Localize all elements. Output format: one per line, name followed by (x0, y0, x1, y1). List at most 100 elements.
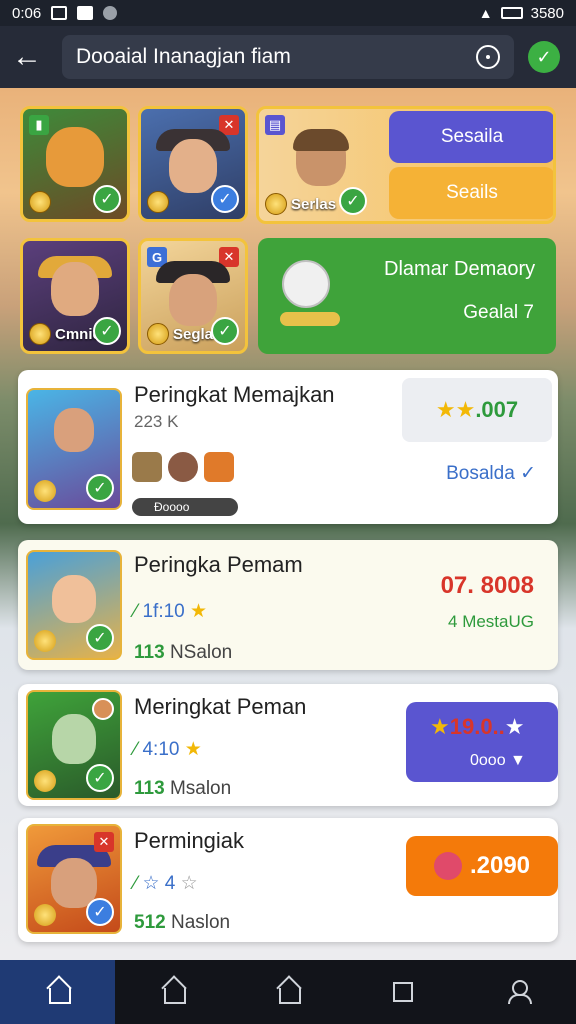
bookmark-icon: ▮ (29, 115, 49, 135)
action-label: Bosalda (446, 463, 515, 484)
dropdown-icon: ▼ (510, 752, 526, 769)
list-item[interactable]: ✓ Peringkat Memajkan 223 K Ðoooo ★ ★ .007… (18, 370, 558, 524)
list-item[interactable]: ✓ Meringkat Peman ⁄ 4:10 ★ 113 Msalon ★1… (18, 684, 558, 806)
score-box: ★ ★ .007 (402, 378, 552, 442)
house-icon (161, 982, 186, 1004)
star-icon: ★ (430, 714, 450, 739)
status-bar: 0:06 ▲ 3580 (0, 0, 576, 26)
check-icon: ✓ (211, 317, 239, 345)
star-icon: ☆ (142, 873, 160, 894)
key-icon (280, 312, 340, 326)
refresh-icon[interactable]: ✓ (528, 41, 560, 73)
sesaila-button[interactable]: Sesaila (389, 111, 553, 163)
rating-value: 4 (164, 873, 176, 894)
flag-icon: ▤ (265, 115, 285, 135)
avatar (204, 452, 234, 482)
rating-row: ⁄ 4:10 ★ (134, 738, 202, 761)
check-icon: ✓ (86, 624, 114, 652)
featured-tile-warrior[interactable]: Cmnie ✓ (20, 238, 130, 354)
seails-button[interactable]: Seails (389, 167, 553, 219)
rating-row: ⁄ 1f:10 ★ (134, 600, 207, 623)
card-title: Peringka Pemam (134, 552, 303, 577)
check-icon: ✓ (86, 764, 114, 792)
message-icon (77, 6, 94, 20)
close-icon: ✕ (94, 832, 114, 852)
featured-panel-sesaila[interactable]: ▤ Serlas ✓ Sesaila Seails (256, 106, 556, 224)
status-right-text: 3580 (530, 4, 564, 22)
rating-row: ⁄ ☆ 4 ☆ (134, 872, 198, 895)
check-icon: ✓ (520, 463, 536, 484)
avatar (168, 452, 198, 482)
house-icon (276, 982, 301, 1004)
hero-character-art (52, 574, 96, 623)
score-row: ★19.0..★ (430, 714, 525, 740)
nav-games[interactable] (115, 960, 230, 1024)
coin-icon (147, 191, 169, 213)
featured-tile-hunter[interactable]: ✕ ✓ (138, 106, 248, 222)
hat-art (293, 129, 349, 152)
user-icon (506, 980, 533, 1004)
count-value: 113 (134, 642, 165, 663)
card-thumbnail: ✕ ✓ (26, 824, 122, 934)
fox-character-art (46, 127, 104, 188)
avatar (132, 452, 162, 482)
count-label: Naslon (170, 912, 231, 933)
nav-profile[interactable] (461, 960, 576, 1024)
compass-icon[interactable] (476, 45, 500, 69)
card-title: Permingiak (134, 828, 245, 853)
score-value: 07. 8008 (440, 572, 534, 599)
coin-icon (34, 904, 56, 926)
check-icon: ✓ (93, 185, 121, 213)
warrior-character-art (51, 262, 99, 317)
featured-tile-fox[interactable]: ▮ ✓ (20, 106, 130, 222)
notification-icon (51, 6, 68, 20)
star-icon: ★ (184, 739, 202, 760)
coin-icon (29, 323, 51, 345)
card-thumbnail: ✓ (26, 388, 122, 510)
list-item[interactable]: ✕ ✓ Permingiak ⁄ ☆ 4 ☆ 512 Naslon .2090 (18, 818, 558, 942)
nav-explore[interactable] (230, 960, 345, 1024)
score-value: 19.0.. (449, 714, 505, 739)
check-icon: ✓ (86, 474, 114, 502)
list-item[interactable]: ✓ Peringka Pemam ⁄ 1f:10 ★ 113 NSalon 07… (18, 540, 558, 670)
score-button[interactable]: ★19.0..★ 0ooo ▼ (406, 702, 558, 782)
avatar-group (132, 452, 234, 482)
star-icon: ★ (190, 601, 208, 622)
card-subtitle: 223 K (134, 412, 179, 431)
count-row: 113 Msalon (134, 778, 231, 800)
featured-tile-agent[interactable]: G ✕ Seglae ✓ (138, 238, 248, 354)
agent-character-art (169, 274, 217, 327)
count-label: NSalon (169, 642, 233, 663)
star-icon: ☆ (180, 873, 198, 894)
score-button[interactable]: .2090 (406, 836, 558, 896)
bottom-navigation (0, 960, 576, 1024)
search-field[interactable]: Dooaial Inanagjan fiam (62, 35, 514, 79)
rating-value: 1f:10 (142, 601, 185, 622)
action-link[interactable]: Bosalda ✓ (446, 462, 536, 485)
check-icon: ✓ (93, 317, 121, 345)
count-row: 113 NSalon (134, 642, 232, 664)
rogue-character-art (52, 713, 96, 764)
sub-action-link[interactable]: 4 MestaUG (448, 612, 534, 632)
coin-icon (265, 193, 287, 215)
sub-action-label: 0ooo (470, 752, 506, 769)
battery-icon (500, 7, 523, 19)
skull-icon (282, 260, 330, 308)
featured-panel-memory[interactable]: Dlamar Demaory Gealal 7 (258, 238, 556, 354)
score-value: .007 (475, 397, 519, 422)
badge-icon (92, 698, 114, 720)
tag-pill: Ðoooo (132, 498, 238, 516)
trend-icon: ⁄ (134, 739, 138, 760)
nav-home[interactable] (0, 960, 116, 1024)
check-icon: ✓ (86, 898, 114, 926)
nav-library[interactable] (346, 960, 461, 1024)
wifi-icon: ▲ (478, 5, 493, 21)
coin-icon (34, 480, 56, 502)
hunter-character-art (169, 139, 217, 194)
check-icon: ✓ (211, 185, 239, 213)
coin-icon (34, 630, 56, 652)
coin-icon (147, 323, 169, 345)
heart-icon (433, 852, 462, 880)
tile-label: Serlas (291, 196, 337, 213)
back-arrow-icon[interactable]: ← (12, 40, 52, 74)
